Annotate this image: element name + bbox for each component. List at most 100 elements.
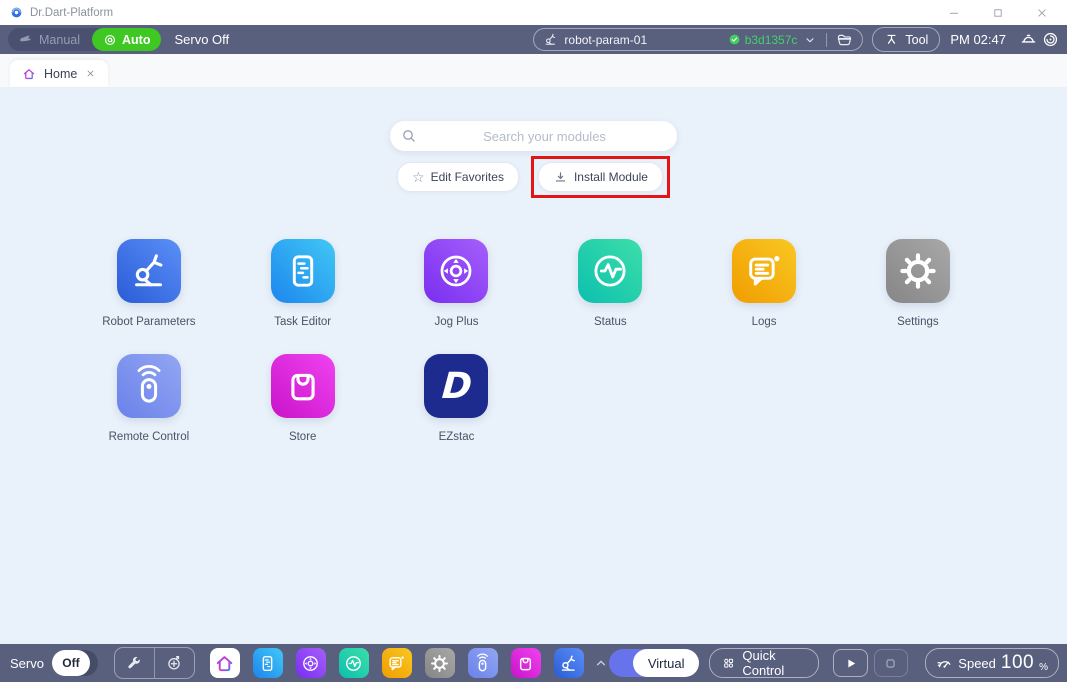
module-dock: [210, 648, 584, 678]
tool-label: Tool: [905, 33, 928, 47]
auto-mode-icon: [103, 33, 117, 47]
speed-gauge-icon: [936, 655, 953, 672]
robot-tool-buttons: [114, 647, 195, 679]
module-logs[interactable]: Logs: [687, 239, 841, 328]
virtual-real-toggle[interactable]: Virtual: [609, 649, 700, 677]
dock-item-robot-parameters[interactable]: [554, 648, 584, 678]
auto-mode-label: Auto: [122, 33, 150, 47]
project-name: robot-param-01: [564, 33, 647, 47]
task-document-icon: [281, 249, 325, 293]
servo-toggle-state: Off: [52, 650, 90, 676]
download-icon: [553, 170, 568, 185]
minimize-button[interactable]: [947, 6, 961, 20]
module-task-editor[interactable]: Task Editor: [226, 239, 380, 328]
task-document-icon: [257, 653, 278, 674]
speed-value: 100: [1001, 652, 1034, 674]
top-toolbar: Manual Auto Servo Off robot-param-01 b3d…: [0, 25, 1067, 54]
tab-home[interactable]: Home: [10, 60, 108, 87]
module-label: Status: [594, 316, 627, 328]
jog-pad-icon: [300, 653, 321, 674]
edit-favorites-button[interactable]: ☆ Edit Favorites: [397, 162, 519, 192]
quick-control-icon: [722, 655, 735, 671]
module-grid-row-1: Robot Parameters Task Editor Jog Plus St…: [72, 239, 1067, 328]
wrench-icon: [126, 655, 143, 672]
tab-close-icon[interactable]: [85, 68, 96, 79]
module-ezstac[interactable]: D EZstac: [380, 354, 534, 443]
tool-button[interactable]: Tool: [872, 27, 940, 52]
gear-icon: [896, 249, 940, 293]
dock-item-remote-control[interactable]: [468, 648, 498, 678]
module-label: Robot Parameters: [102, 316, 195, 328]
close-button[interactable]: [1035, 6, 1049, 20]
remote-control-icon: [472, 653, 493, 674]
safety-helmet-icon[interactable]: [1019, 31, 1037, 49]
stop-icon: [882, 655, 899, 672]
chevron-down-icon[interactable]: [803, 33, 817, 47]
dock-item-home[interactable]: [210, 648, 240, 678]
speed-unit: %: [1039, 662, 1048, 673]
module-label: Remote Control: [109, 431, 190, 443]
dock-item-task-editor[interactable]: [253, 648, 283, 678]
recovery-dial-icon[interactable]: [1041, 31, 1059, 49]
home-icon: [22, 67, 36, 81]
module-robot-parameters[interactable]: Robot Parameters: [72, 239, 226, 328]
dock-expand-button[interactable]: [593, 655, 609, 671]
play-icon: [842, 655, 859, 672]
speed-label: Speed: [958, 656, 996, 671]
servo-state-label: Servo Off: [174, 32, 229, 47]
window-title: Dr.Dart-Platform: [30, 7, 113, 19]
servo-toggle[interactable]: Off: [52, 650, 98, 676]
manual-hand-icon: [18, 32, 33, 47]
crosshair-move-icon: [165, 654, 183, 672]
install-module-label: Install Module: [574, 170, 648, 184]
status-pulse-icon: [343, 653, 364, 674]
align-move-button[interactable]: [154, 648, 194, 678]
logs-chat-icon: [742, 249, 786, 293]
search-input[interactable]: [390, 121, 677, 151]
install-module-button[interactable]: Install Module: [538, 162, 663, 192]
play-button[interactable]: [833, 649, 868, 677]
star-icon: ☆: [412, 170, 425, 184]
module-label: Task Editor: [274, 316, 331, 328]
stop-button[interactable]: [874, 649, 909, 677]
folder-open-icon[interactable]: [836, 31, 853, 48]
manual-mode-label: Manual: [39, 33, 80, 47]
robot-arm-icon: [127, 249, 171, 293]
mode-switch: Manual Auto: [8, 28, 161, 51]
clock: PM 02:47: [950, 32, 1006, 47]
app-logo-icon: [10, 6, 23, 19]
commit-badge: b3d1357c: [728, 33, 798, 47]
auto-mode-button[interactable]: Auto: [92, 28, 161, 51]
home-icon: [214, 653, 235, 674]
speed-control[interactable]: Speed 100 %: [925, 648, 1059, 678]
quick-control-button[interactable]: Quick Control: [709, 648, 818, 678]
dock-item-store[interactable]: [511, 648, 541, 678]
tool-stand-icon: [884, 32, 899, 47]
jog-pad-icon: [434, 249, 478, 293]
module-label: Jog Plus: [434, 316, 478, 328]
wrench-button[interactable]: [115, 648, 154, 678]
manual-mode-button[interactable]: Manual: [8, 32, 92, 47]
module-store[interactable]: Store: [226, 354, 380, 443]
module-settings[interactable]: Settings: [841, 239, 995, 328]
status-pulse-icon: [588, 249, 632, 293]
edit-favorites-label: Edit Favorites: [431, 170, 504, 184]
divider: [826, 33, 827, 47]
tab-strip: Home: [0, 54, 1067, 87]
letter-d-logo: D: [440, 366, 473, 407]
commit-hash: b3d1357c: [745, 33, 798, 47]
dock-item-settings[interactable]: [425, 648, 455, 678]
servo-label: Servo: [10, 656, 44, 671]
robot-arm-icon: [543, 32, 558, 47]
remote-control-icon: [127, 364, 171, 408]
module-jog-plus[interactable]: Jog Plus: [380, 239, 534, 328]
title-bar: Dr.Dart-Platform: [0, 0, 1067, 25]
maximize-button[interactable]: [991, 6, 1005, 20]
dock-item-logs[interactable]: [382, 648, 412, 678]
module-status[interactable]: Status: [533, 239, 687, 328]
module-remote-control[interactable]: Remote Control: [72, 354, 226, 443]
dock-item-jog-plus[interactable]: [296, 648, 326, 678]
chevron-up-icon: [593, 655, 609, 671]
dock-item-status[interactable]: [339, 648, 369, 678]
project-selector[interactable]: robot-param-01 b3d1357c: [533, 28, 863, 51]
